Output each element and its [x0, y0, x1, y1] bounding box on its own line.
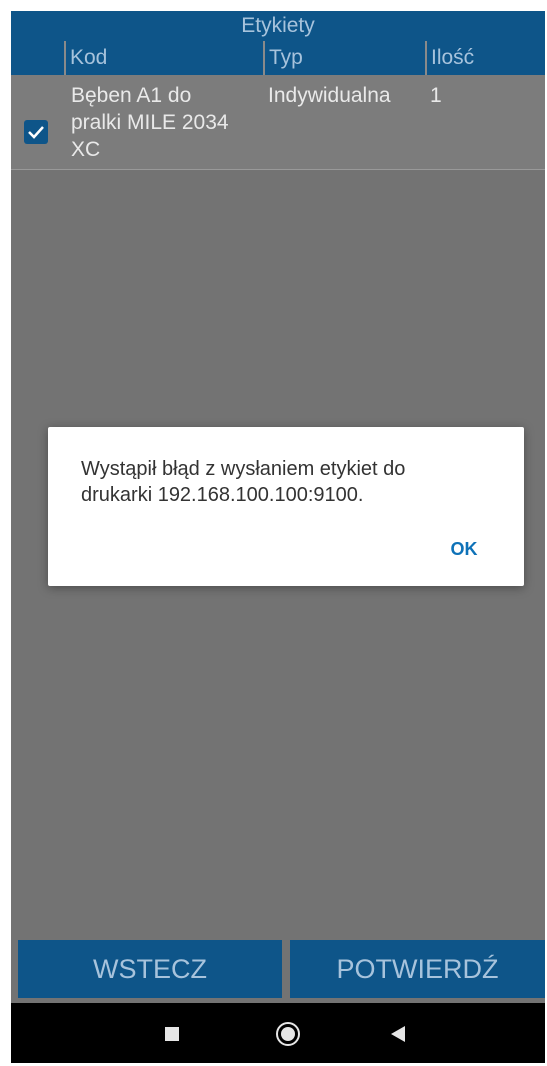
system-nav-bar — [11, 1003, 545, 1063]
column-header-typ: Typ — [263, 41, 303, 75]
row-ilosc: 1 — [430, 84, 442, 107]
triangle-back-icon[interactable] — [390, 1025, 406, 1043]
row-typ: Indywidualna — [268, 84, 391, 107]
error-dialog: Wystąpił błąd z wysłaniem etykiet do dru… — [48, 427, 524, 586]
dialog-message: Wystąpił błąd z wysłaniem etykiet do dru… — [81, 456, 501, 508]
column-header-ilosc: Ilość — [425, 41, 474, 75]
row-kod: Bęben A1 do pralki MILE 2034 XC — [71, 82, 229, 163]
dialog-message-line: Wystąpił błąd z wysłaniem etykiet do — [81, 458, 406, 480]
check-icon — [28, 126, 44, 139]
row-kod-line: pralki MILE 2034 — [71, 111, 229, 134]
circle-home-icon[interactable] — [275, 1021, 301, 1047]
square-stop-icon[interactable] — [164, 1026, 180, 1042]
back-button[interactable]: WSTECZ — [18, 940, 282, 998]
column-header-kod: Kod — [64, 41, 107, 75]
ok-button[interactable]: OK — [438, 535, 490, 563]
dialog-message-line: drukarki 192.168.100.100:9100. — [81, 484, 364, 506]
confirm-button[interactable]: POTWIERDŹ — [290, 940, 545, 998]
row-kod-line: XC — [71, 138, 101, 161]
row-checkbox[interactable] — [24, 120, 48, 144]
row-kod-line: Bęben A1 do — [71, 84, 192, 107]
table-row[interactable]: Bęben A1 do pralki MILE 2034 XC Indywidu… — [11, 75, 545, 170]
table-header: Kod Typ Ilość — [11, 41, 545, 75]
screen-title: Etykiety — [11, 11, 545, 41]
